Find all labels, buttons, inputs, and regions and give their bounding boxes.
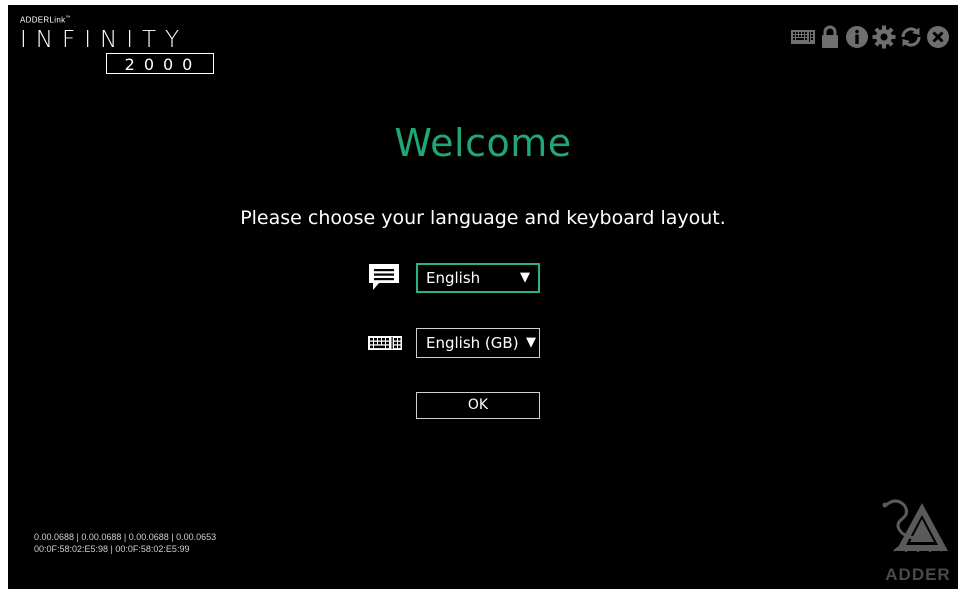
refresh-icon[interactable] xyxy=(899,25,923,49)
keyboard-layout-select-value: English (GB) xyxy=(426,334,519,352)
mac-addresses: 00:0F:58:02:E5:98 | 00:0F:58:02:E5:99 xyxy=(34,544,190,554)
instructions-text: Please choose your language and keyboard… xyxy=(240,207,726,229)
brand-main-text: INFINITY xyxy=(20,26,189,53)
trademark-symbol: ™ xyxy=(65,15,71,21)
language-select[interactable]: English ▼ xyxy=(416,263,540,293)
gear-icon[interactable] xyxy=(872,25,896,49)
keyboard-icon[interactable] xyxy=(791,25,815,49)
keyboard-layout-icon xyxy=(368,335,402,354)
top-toolbar xyxy=(791,25,950,49)
brand-model-number: 2000 xyxy=(106,53,214,74)
brand-small-text: ADDERLink xyxy=(20,15,66,25)
login-screen: ADDERLink™ INFINITY 2000 Welcome Please … xyxy=(8,5,958,589)
ok-button[interactable]: OK xyxy=(416,392,540,419)
product-logo: ADDERLink™ INFINITY 2000 xyxy=(20,13,214,74)
firmware-versions: 0.00.0688 | 0.00.0688 | 0.00.0688 | 0.00… xyxy=(34,532,217,542)
chevron-down-icon: ▼ xyxy=(526,335,536,350)
language-select-value: English xyxy=(426,269,481,287)
lock-icon[interactable] xyxy=(818,25,842,49)
welcome-title: Welcome xyxy=(394,121,572,165)
close-icon[interactable] xyxy=(926,25,950,49)
version-info: 0.00.0688 | 0.00.0688 | 0.00.0688 | 0.00… xyxy=(34,531,216,555)
info-icon[interactable] xyxy=(845,25,869,49)
adder-logo-text: ADDER xyxy=(885,565,951,584)
adder-logo: ADDER xyxy=(878,495,958,585)
chevron-down-icon: ▼ xyxy=(520,270,530,285)
speech-bubble-icon xyxy=(367,263,401,297)
keyboard-layout-select[interactable]: English (GB) ▼ xyxy=(416,328,540,358)
